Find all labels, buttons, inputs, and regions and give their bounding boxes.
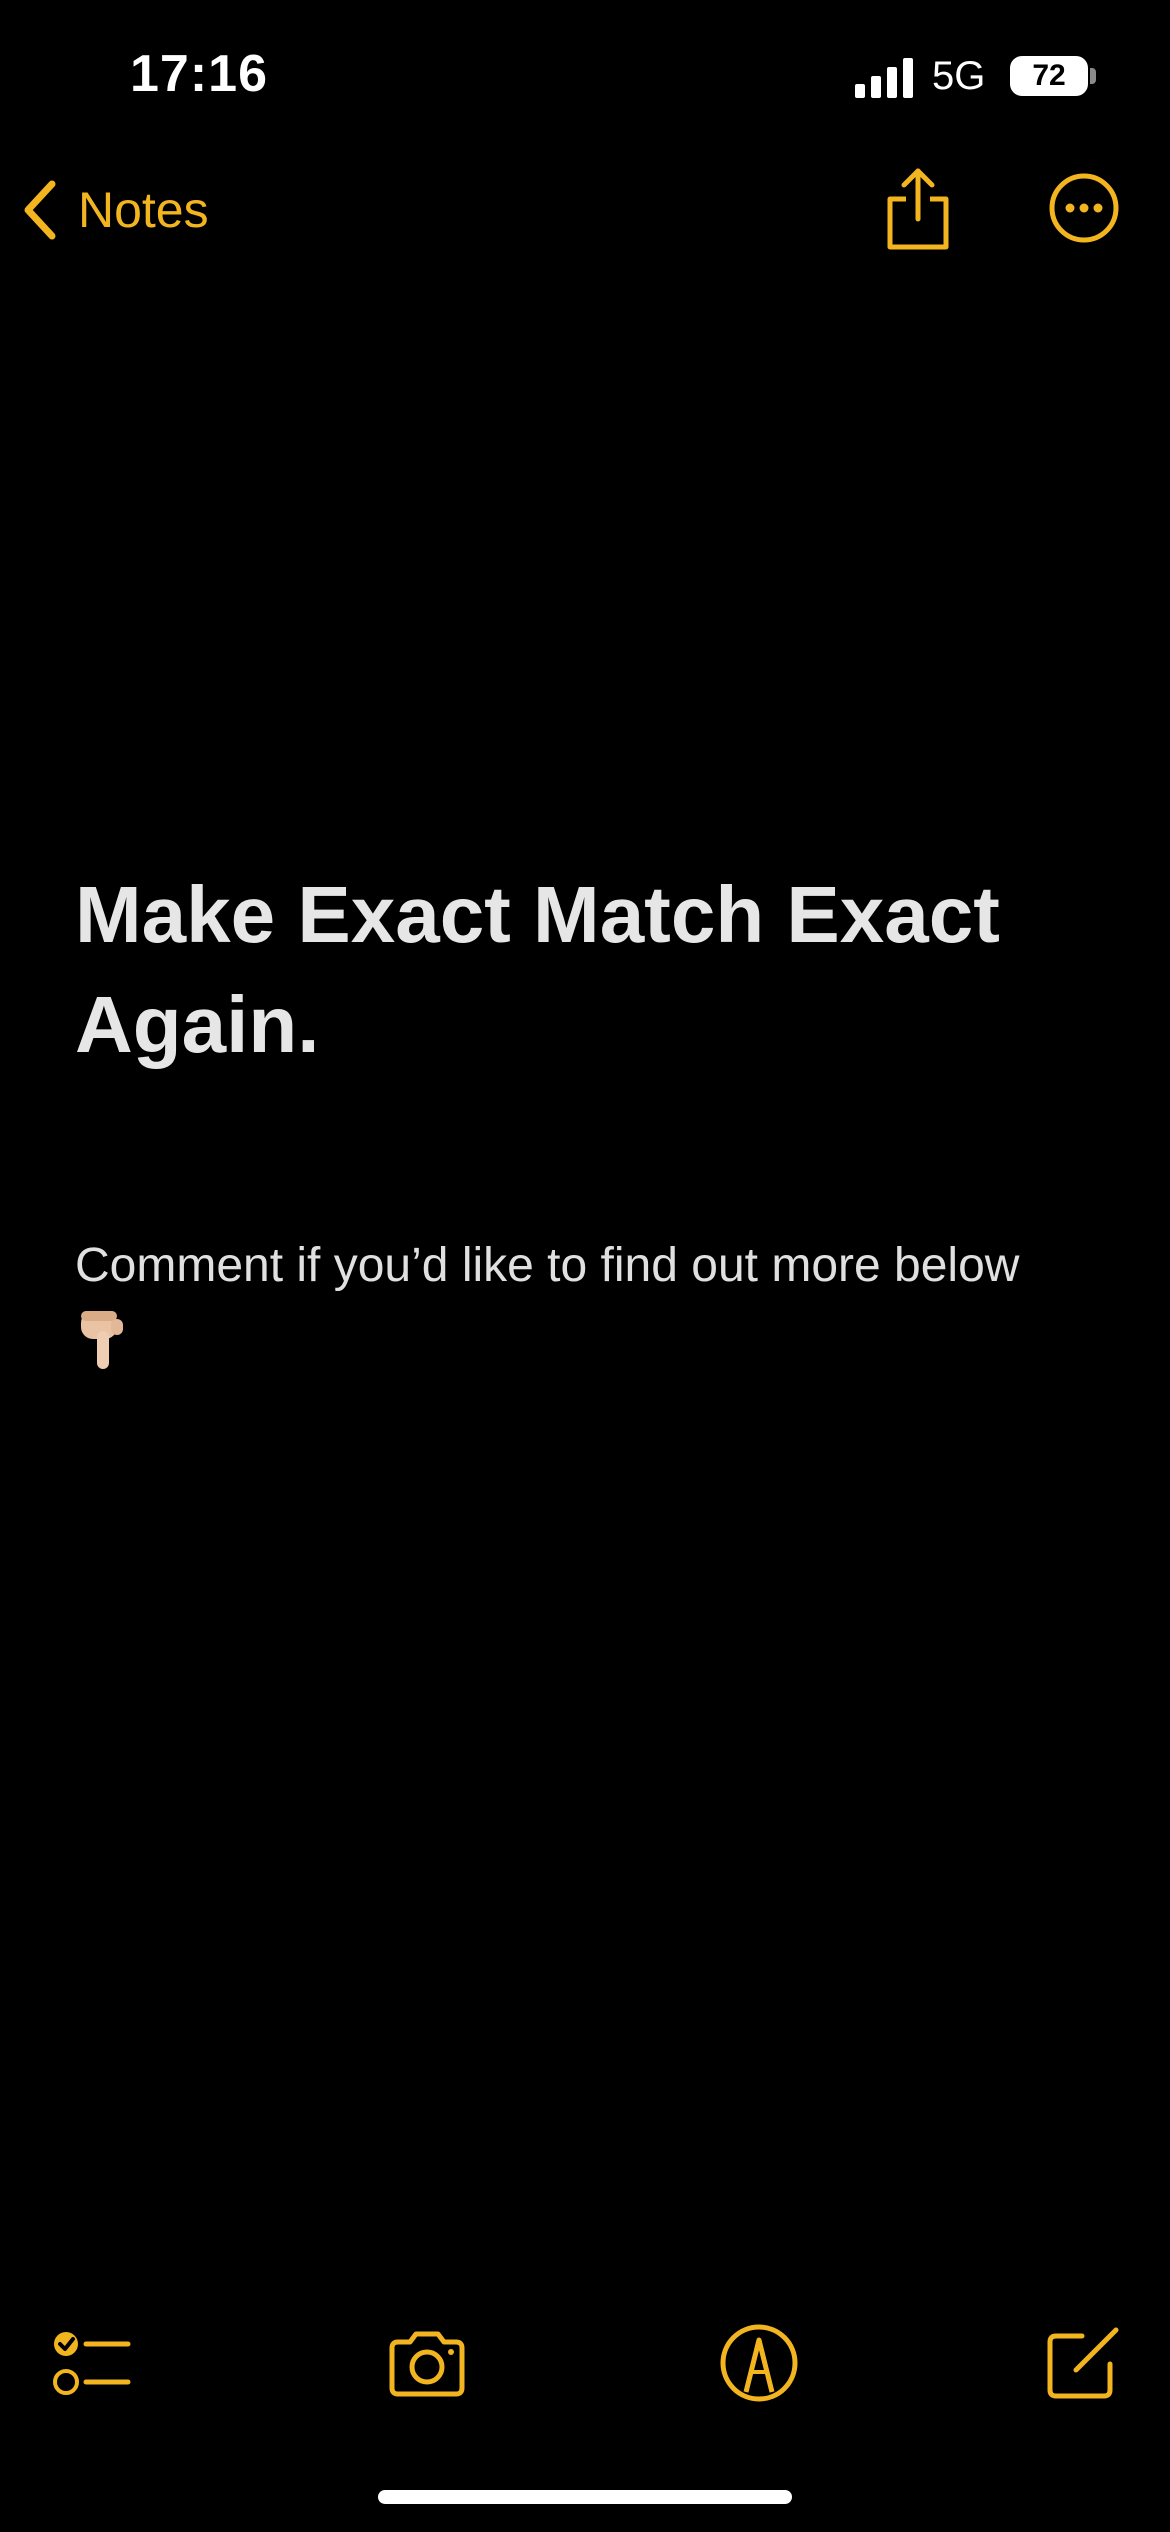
note-body-text: Comment if you’d like to find out more b… [75, 1239, 1020, 1292]
share-icon[interactable] [880, 165, 956, 253]
note-title[interactable]: Make Exact Match Exact Again. [75, 860, 1105, 1080]
note-body[interactable]: Comment if you’d like to find out more b… [75, 1230, 1115, 1374]
network-label: 5G [932, 54, 986, 98]
home-indicator[interactable] [378, 2490, 792, 2504]
checklist-icon[interactable] [50, 2320, 136, 2406]
battery-icon: 72 [1010, 56, 1088, 96]
back-button[interactable]: Notes [22, 170, 209, 250]
battery-cap [1090, 68, 1096, 84]
markup-icon[interactable] [716, 2320, 802, 2406]
camera-icon[interactable] [384, 2320, 470, 2406]
back-label: Notes [78, 182, 209, 238]
signal-icon [855, 58, 913, 98]
chevron-left-icon [24, 180, 56, 240]
status-bar: 17:16 5G 72 [0, 0, 1170, 150]
compose-icon[interactable] [1040, 2320, 1126, 2406]
more-icon[interactable] [1048, 172, 1120, 244]
status-time: 17:16 [130, 45, 268, 103]
battery-level: 72 [1032, 59, 1066, 92]
pointing-down-icon [81, 1311, 123, 1370]
